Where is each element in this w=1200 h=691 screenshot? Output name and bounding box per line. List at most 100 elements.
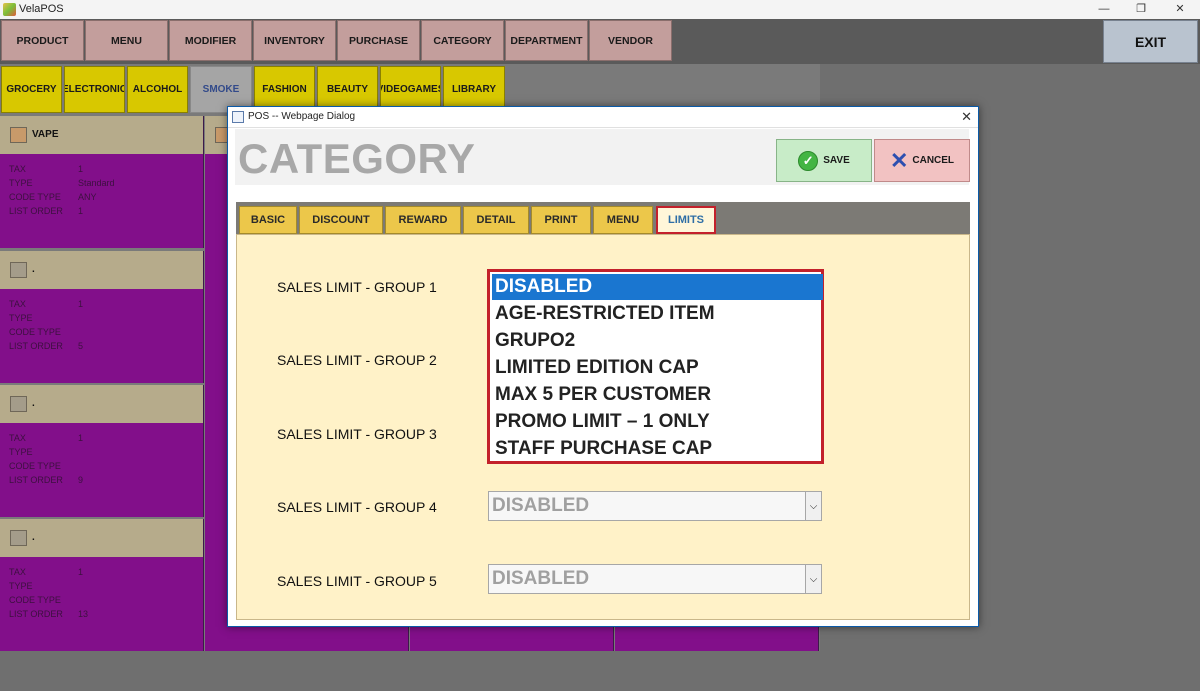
category-card[interactable]: . TAX 1 TYPE CODE TYPE LIST ORDER 5 — [0, 251, 204, 383]
card-listorder-label: LIST ORDER — [9, 341, 63, 351]
subtab-electronic[interactable]: ELECTRONIC — [64, 66, 125, 113]
tab-discount[interactable]: DISCOUNT — [299, 206, 383, 234]
dialog-close-icon[interactable]: ✕ — [961, 109, 972, 125]
chevron-down-icon[interactable]: ⌵ — [805, 492, 821, 520]
select-value: DISABLED — [492, 568, 590, 589]
sales-limit-group-5-select[interactable]: DISABLED ⌵ — [488, 564, 822, 594]
card-tax-value: 1 — [78, 433, 84, 443]
tab-menu[interactable]: MENU — [593, 206, 653, 234]
sales-limit-group-3-label: SALES LIMIT - GROUP 3 — [277, 426, 437, 442]
sales-limit-group-1-label: SALES LIMIT - GROUP 1 — [277, 279, 437, 295]
save-button[interactable]: ✓ SAVE — [776, 139, 872, 182]
dialog-titlebar: POS -- Webpage Dialog ✕ — [228, 107, 978, 128]
category-card[interactable]: . TAX 1 TYPE CODE TYPE LIST ORDER 9 — [0, 385, 204, 517]
restore-icon[interactable]: ❐ — [1124, 0, 1158, 19]
card-name: . — [32, 532, 35, 543]
select-value: DISABLED — [492, 495, 590, 516]
card-name: VAPE — [32, 129, 59, 140]
checkmark-icon: ✓ — [798, 150, 819, 171]
card-codetype-label: CODE TYPE — [9, 327, 61, 337]
nav-menu[interactable]: MENU — [85, 20, 168, 61]
nav-category[interactable]: CATEGORY — [421, 20, 504, 61]
dropdown-option[interactable]: GRUPO2 — [492, 328, 823, 354]
cancel-button[interactable]: ✕ CANCEL — [874, 139, 970, 182]
category-dialog: POS -- Webpage Dialog ✕ CATEGORY ✓ SAVE … — [227, 106, 979, 627]
category-image-icon — [10, 262, 27, 278]
card-tax-value: 1 — [78, 567, 84, 577]
sales-limit-group-1-dropdown-list[interactable]: DISABLED AGE-RESTRICTED ITEM GRUPO2 LIMI… — [487, 269, 824, 464]
nav-department[interactable]: DEPARTMENT — [505, 20, 588, 61]
card-listorder-label: LIST ORDER — [9, 609, 63, 619]
dialog-title: POS -- Webpage Dialog — [248, 111, 356, 122]
category-image-icon — [10, 530, 27, 546]
card-header: . — [0, 251, 203, 289]
card-codetype-value: ANY — [78, 192, 97, 202]
tab-basic[interactable]: BASIC — [239, 206, 297, 234]
nav-modifier[interactable]: MODIFIER — [169, 20, 252, 61]
card-tax-value: 1 — [78, 164, 84, 174]
card-listorder-value: 9 — [78, 475, 84, 485]
card-name: . — [32, 398, 35, 409]
card-type-label: TYPE — [9, 581, 33, 591]
card-tax-value: 1 — [78, 299, 84, 309]
card-listorder-value: 5 — [78, 341, 84, 351]
tab-limits[interactable]: LIMITS — [656, 206, 716, 234]
dialog-header: CATEGORY ✓ SAVE ✕ CANCEL — [235, 129, 970, 185]
card-listorder-value: 1 — [78, 206, 84, 216]
card-codetype-label: CODE TYPE — [9, 461, 61, 471]
sales-limit-group-2-label: SALES LIMIT - GROUP 2 — [277, 352, 437, 368]
save-label: SAVE — [823, 155, 850, 166]
dropdown-option[interactable]: PROMO LIMIT – 1 ONLY — [492, 409, 823, 435]
category-image-icon — [10, 127, 27, 143]
category-card[interactable]: . TAX 1 TYPE CODE TYPE LIST ORDER 13 — [0, 519, 204, 651]
category-image-icon — [10, 396, 27, 412]
tab-print[interactable]: PRINT — [531, 206, 591, 234]
nav-product[interactable]: PRODUCT — [1, 20, 84, 61]
sales-limit-group-4-label: SALES LIMIT - GROUP 4 — [277, 499, 437, 515]
chevron-down-icon[interactable]: ⌵ — [805, 565, 821, 593]
dropdown-option[interactable]: MAX 5 PER CUSTOMER — [492, 382, 823, 408]
nav-vendor[interactable]: VENDOR — [589, 20, 672, 61]
card-codetype-label: CODE TYPE — [9, 192, 61, 202]
card-tax-label: TAX — [9, 433, 26, 443]
nav-inventory[interactable]: INVENTORY — [253, 20, 336, 61]
card-header: . — [0, 519, 203, 557]
minimize-icon[interactable]: — — [1087, 0, 1121, 19]
card-listorder-label: LIST ORDER — [9, 206, 63, 216]
cross-icon: ✕ — [889, 147, 909, 173]
sales-limit-group-5-label: SALES LIMIT - GROUP 5 — [277, 573, 437, 589]
dropdown-option[interactable]: STAFF PURCHASE CAP — [492, 436, 823, 462]
card-type-value: Standard — [78, 178, 115, 188]
app-logo-icon — [3, 3, 16, 16]
card-tax-label: TAX — [9, 164, 26, 174]
window-close-icon[interactable]: ✕ — [1163, 0, 1197, 19]
subtab-grocery[interactable]: GROCERY — [1, 66, 62, 113]
dropdown-option[interactable]: LIMITED EDITION CAP — [492, 355, 823, 381]
tab-detail[interactable]: DETAIL — [463, 206, 529, 234]
window-titlebar: VelaPOS — ❐ ✕ — [0, 0, 1200, 19]
main-nav: PRODUCT MENU MODIFIER INVENTORY PURCHASE… — [0, 19, 1200, 64]
nav-purchase[interactable]: PURCHASE — [337, 20, 420, 61]
card-type-label: TYPE — [9, 447, 33, 457]
dropdown-option[interactable]: AGE-RESTRICTED ITEM — [492, 301, 823, 327]
cancel-label: CANCEL — [912, 155, 955, 166]
limits-panel: SALES LIMIT - GROUP 1 SALES LIMIT - GROU… — [236, 234, 970, 620]
category-card[interactable]: VAPE TAX 1 TYPE Standard CODE TYPE ANY L… — [0, 116, 204, 248]
exit-button[interactable]: EXIT — [1103, 20, 1198, 63]
card-type-label: TYPE — [9, 178, 33, 188]
card-listorder-label: LIST ORDER — [9, 475, 63, 485]
card-listorder-value: 13 — [78, 609, 89, 619]
sales-limit-group-4-select[interactable]: DISABLED ⌵ — [488, 491, 822, 521]
subtab-alcohol[interactable]: ALCOHOL — [127, 66, 188, 113]
card-type-label: TYPE — [9, 313, 33, 323]
webpage-icon — [232, 111, 244, 123]
dropdown-option[interactable]: DISABLED — [492, 274, 823, 300]
card-codetype-label: CODE TYPE — [9, 595, 61, 605]
card-tax-label: TAX — [9, 299, 26, 309]
card-name: . — [32, 264, 35, 275]
tab-reward[interactable]: REWARD — [385, 206, 461, 234]
dialog-tabbar: BASIC DISCOUNT REWARD DETAIL PRINT MENU … — [236, 202, 970, 235]
page-title: CATEGORY — [238, 135, 476, 182]
card-header: VAPE — [0, 116, 203, 154]
card-tax-label: TAX — [9, 567, 26, 577]
